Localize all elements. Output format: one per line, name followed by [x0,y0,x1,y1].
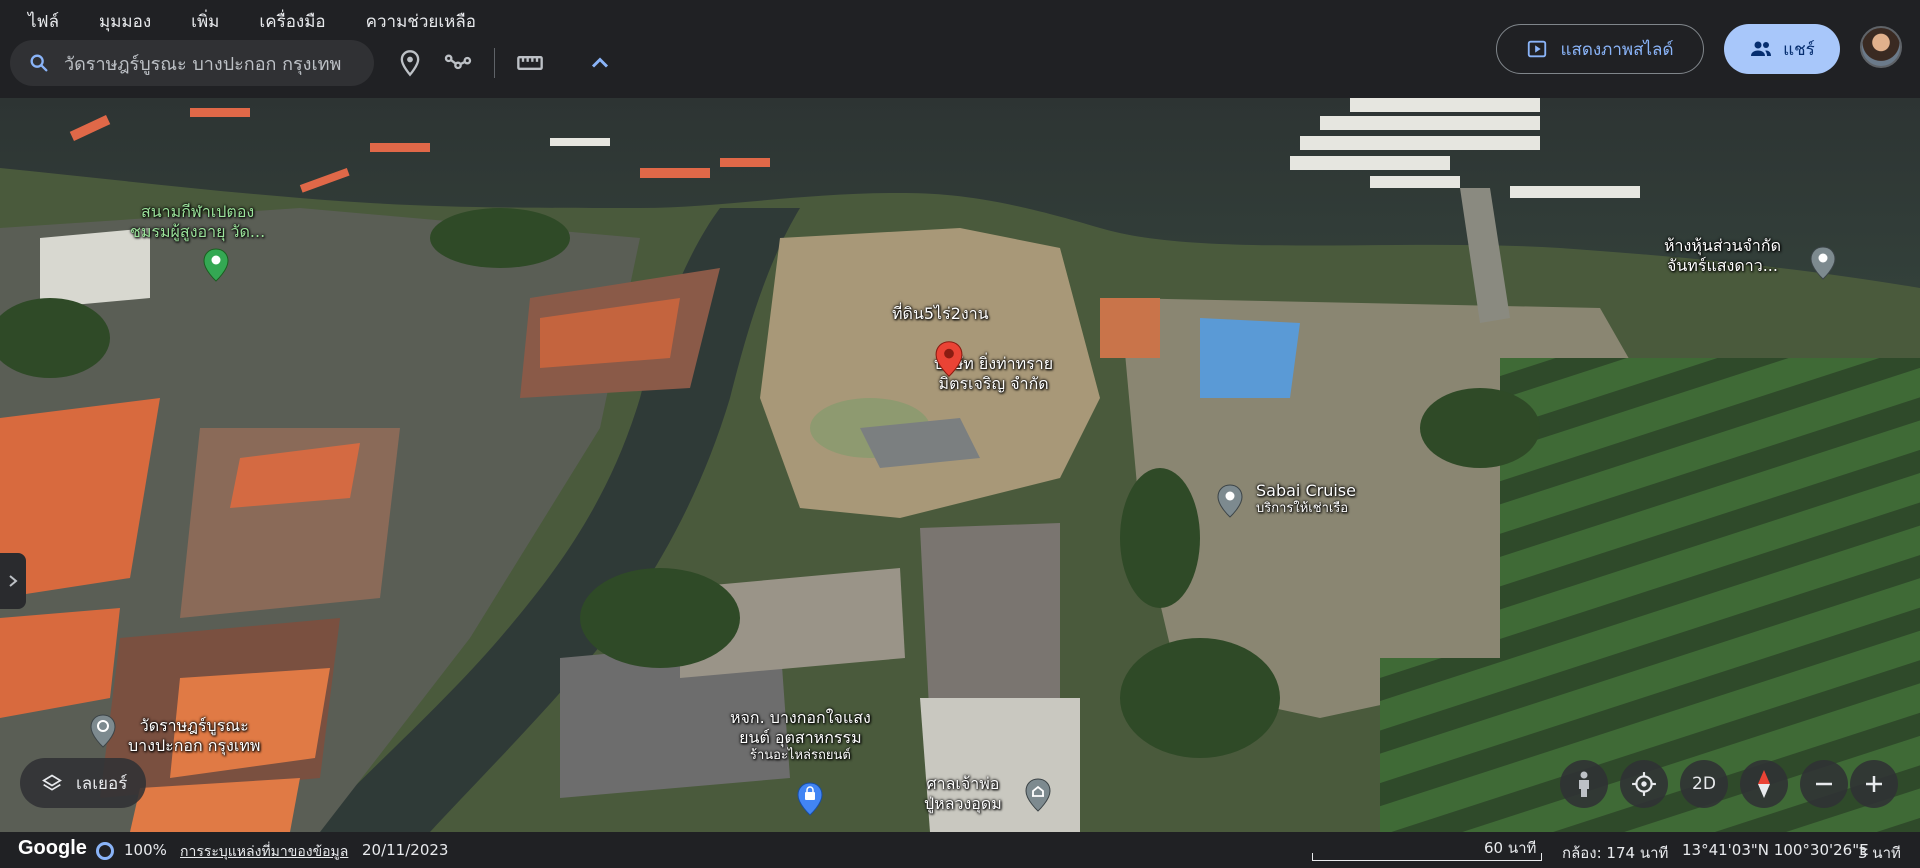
layers-label: เลเยอร์ [76,773,128,794]
map-view[interactable]: สนามกีฬาเปตอง ชมรมผู้สูงอายุ วัด... ที่ด… [0,98,1920,832]
toolbar-divider [494,48,495,78]
label-temple[interactable]: วัดราษฎร์บูรณะ บางปะกอก กรุงเทพ [128,716,260,756]
slideshow-label: แสดงภาพสไลด์ [1560,39,1674,60]
ruler-icon[interactable] [516,49,544,77]
satellite-imagery [0,98,1920,832]
map-pin-green-icon[interactable] [203,248,229,282]
map-pin-red-icon[interactable] [935,340,963,378]
status-bar: Google 100% การระบุแหล่งที่มาของข้อมูล 2… [0,832,1920,868]
menu-help[interactable]: ความช่วยเหลือ [366,6,476,37]
top-bar: ไฟล์ มุมมอง เพิ่ม เครื่องมือ ความช่วยเหล… [0,0,1920,98]
side-panel-handle[interactable] [0,553,26,609]
elevation: 3 นาที [1858,844,1901,862]
share-label: แชร์ [1783,39,1815,60]
menu-add[interactable]: เพิ่ม [191,6,219,37]
label-petanque-field[interactable]: สนามกีฬาเปตอง ชมรมผู้สูงอายุ วัด... [130,202,265,242]
map-pin-shrine-icon[interactable] [1025,778,1051,812]
label-line: บริการให้เช่าเรือ [1256,501,1349,516]
map-pin-temple-icon[interactable] [90,714,116,748]
view-2d-button[interactable]: 2D [1680,760,1728,808]
compass-icon [1758,770,1770,798]
google-logo: Google [18,837,87,859]
zoom-percentage: 100% [124,841,167,859]
share-button[interactable]: แชร์ [1724,24,1840,74]
label-line: Sabai Cruise [1256,481,1356,500]
label-partnership[interactable]: ห้างหุ้นส่วนจำกัด จันทร์แสงดาว... [1664,236,1781,276]
search-icon [30,54,48,72]
placemark-icon[interactable] [396,49,424,77]
label-line: สนามกีฬาเปตอง [140,202,255,221]
label-line: บางปะกอก กรุงเทพ [128,736,261,755]
layers-button[interactable]: เลเยอร์ [20,758,146,808]
label-line: ร้านอะไหล่รถยนต์ [749,748,851,763]
slideshow-icon [1528,40,1547,58]
my-location-button[interactable] [1620,760,1668,808]
label-shrine[interactable]: ศาลเจ้าพ่อ ปู่หลวงอุดม [924,774,1002,814]
imagery-date: 20/11/2023 [362,841,449,859]
map-pin-shopping-icon[interactable] [797,782,823,816]
path-icon[interactable] [444,49,472,77]
label-line: จันทร์แสงดาว... [1666,256,1778,275]
map-pin-gray-icon[interactable] [1810,246,1836,280]
zoom-in-button[interactable] [1850,760,1898,808]
menu-bar: ไฟล์ มุมมอง เพิ่ม เครื่องมือ ความช่วยเหล… [28,6,516,37]
label-line: ชมรมผู้สูงอายุ วัด... [130,222,266,241]
search-box[interactable]: วัดราษฎร์บูรณะ บางปะกอก กรุงเทพ [10,40,374,86]
label-line: ห้างหุ้นส่วนจำกัด [1664,236,1781,255]
scale-label: 60 นาที [1484,839,1537,857]
avatar[interactable] [1860,26,1902,68]
label-line: ศาลเจ้าพ่อ [926,774,1000,793]
label-land[interactable]: ที่ดิน5ไร่2งาน [892,304,989,324]
menu-file[interactable]: ไฟล์ [28,6,59,37]
menu-tools[interactable]: เครื่องมือ [259,6,325,37]
label-line: ปู่หลวงอุดม [924,794,1002,813]
chevron-right-icon [9,575,18,587]
label-auto-dealer[interactable]: หจก. บางกอกใจแสง ยนต์ อุตสาหกรรม ร้านอะไ… [730,708,871,764]
label-line: วัดราษฎร์บูรณะ [139,716,249,735]
label-sabai-cruise[interactable]: Sabai Cruise บริการให้เช่าเรือ [1256,481,1356,517]
search-input[interactable]: วัดราษฎร์บูรณะ บางปะกอก กรุงเทพ [64,49,341,78]
street-view-button[interactable] [1560,760,1608,808]
label-line: ยนต์ อุตสาหกรรม [739,728,862,747]
coordinates: 13°41'03"N 100°30'26"E [1682,841,1869,859]
slideshow-button[interactable]: แสดงภาพสไลด์ [1496,24,1704,74]
label-line: หจก. บางกอกใจแสง [730,708,871,727]
menu-view[interactable]: มุมมอง [99,6,151,37]
zoom-out-button[interactable] [1800,760,1848,808]
camera-altitude: กล้อง: 174 นาที [1562,844,1669,862]
crosshair-icon [1632,772,1656,796]
data-sources-link[interactable]: การระบุแหล่งที่มาของข้อมูล [180,841,348,863]
layers-icon [42,774,62,791]
pegman-icon [1579,771,1589,797]
loading-ring-icon [96,842,114,860]
compass-button[interactable] [1740,760,1788,808]
minus-icon [1816,782,1832,786]
plus-icon [1866,776,1882,792]
map-pin-gray-icon[interactable] [1217,484,1243,518]
people-icon [1751,41,1772,56]
chevron-up-icon[interactable] [586,49,614,77]
